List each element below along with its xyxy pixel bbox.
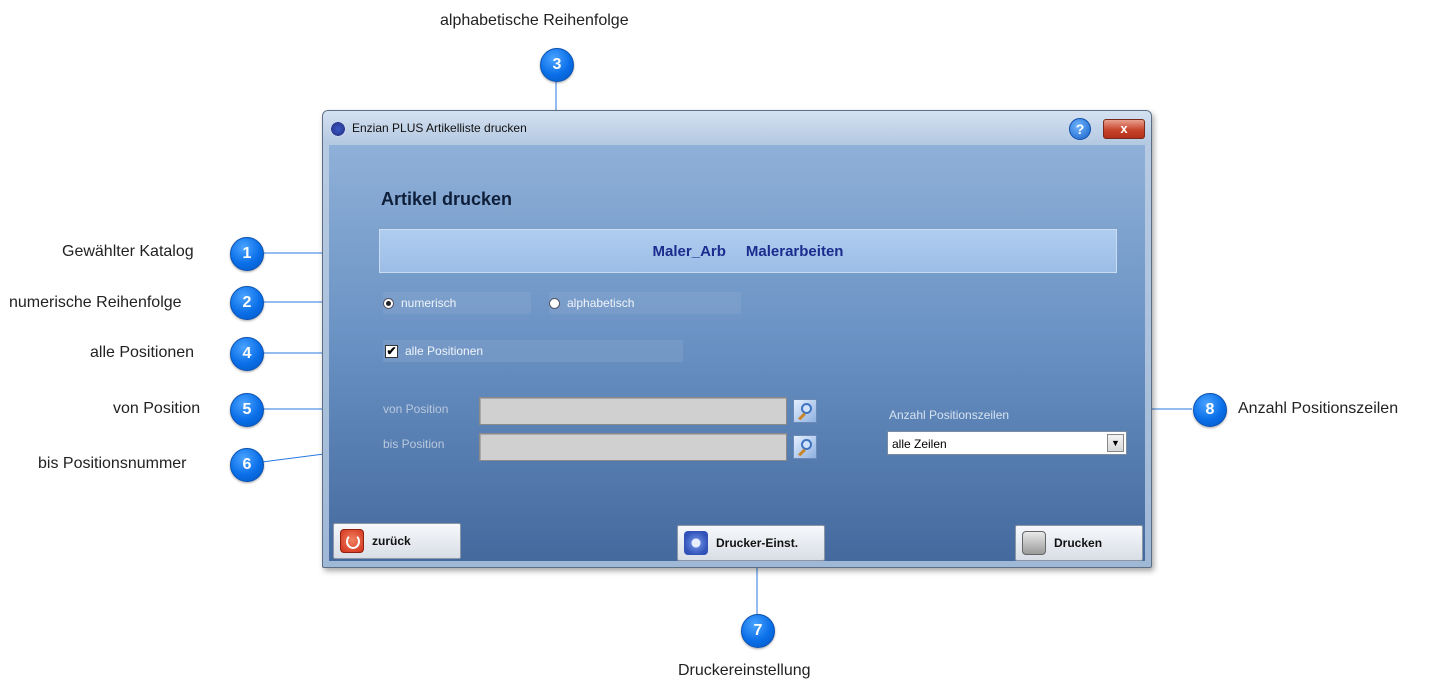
callout-badge-5: 5: [230, 393, 264, 427]
von-position-search-icon[interactable]: [793, 399, 817, 423]
callout-badge-2: 2: [230, 286, 264, 320]
callout-badge-6: 6: [230, 448, 264, 482]
back-button-label: zurück: [372, 534, 411, 548]
callout-badge-4: 4: [230, 337, 264, 371]
dropdown-arrow-icon[interactable]: ▼: [1107, 434, 1124, 452]
print-button-label: Drucken: [1054, 536, 1103, 550]
callout-badge-7: 7: [741, 614, 775, 648]
dialog-body: Artikel drucken Maler_Arb Malerarbeiten …: [329, 145, 1145, 561]
print-button[interactable]: Drucken: [1015, 525, 1143, 561]
radio-alphabetisch-label: alphabetisch: [567, 296, 635, 310]
close-button[interactable]: x: [1103, 119, 1145, 139]
catalog-code: Maler_Arb: [652, 242, 726, 260]
callout-badge-8: 8: [1193, 393, 1227, 427]
von-position-input[interactable]: [479, 397, 787, 425]
callout-label-8: Anzahl Positionszeilen: [1238, 400, 1399, 417]
radio-numerisch[interactable]: numerisch: [383, 296, 456, 310]
anzahl-positionszeilen-value: alle Zeilen: [892, 437, 947, 451]
radio-numerisch-label: numerisch: [401, 296, 457, 310]
checkbox-all-positions-box[interactable]: ✔: [385, 344, 398, 358]
checkbox-all-positions[interactable]: ✔ alle Positionen: [385, 344, 483, 358]
app-logo-icon: [330, 121, 346, 137]
callout-label-1: Gewählter Katalog: [62, 243, 194, 260]
von-position-label: von Position: [383, 402, 449, 416]
dialog-heading: Artikel drucken: [381, 189, 513, 209]
callout-label-2: numerische Reihenfolge: [9, 294, 182, 311]
callout-label-3: alphabetische Reihenfolge: [440, 12, 629, 29]
dialog-window: Enzian PLUS Artikelliste drucken ? x Art…: [322, 110, 1152, 568]
back-button[interactable]: zurück: [333, 523, 461, 559]
anzahl-positionszeilen-label: Anzahl Positionszeilen: [889, 408, 1010, 422]
callout-label-5: von Position: [113, 400, 201, 417]
radio-alphabetisch-indicator[interactable]: [549, 297, 560, 309]
callout-label-7: Druckereinstellung: [678, 662, 811, 679]
callout-label-6: bis Positionsnummer: [38, 455, 187, 472]
power-icon: [340, 529, 364, 553]
callout-badge-1: 1: [230, 237, 264, 271]
callout-label-4: alle Positionen: [90, 344, 195, 361]
printer-settings-button[interactable]: Drucker-Einst.: [677, 525, 825, 561]
printer-icon: [1022, 531, 1046, 555]
bis-position-search-icon[interactable]: [793, 435, 817, 459]
checkbox-all-positions-label: alle Positionen: [405, 344, 484, 358]
selected-catalog-panel: Maler_Arb Malerarbeiten: [379, 229, 1117, 273]
callout-badge-3: 3: [540, 48, 574, 82]
gear-icon: [684, 531, 708, 555]
radio-numerisch-indicator[interactable]: [383, 297, 394, 309]
bis-position-input[interactable]: [479, 433, 787, 461]
help-button[interactable]: ?: [1069, 118, 1091, 140]
printer-settings-button-label: Drucker-Einst.: [716, 536, 799, 550]
catalog-name: Malerarbeiten: [745, 242, 844, 260]
radio-alphabetisch[interactable]: alphabetisch: [549, 296, 634, 310]
title-bar[interactable]: Enzian PLUS Artikelliste drucken ? x: [323, 111, 1151, 145]
anzahl-positionszeilen-select[interactable]: alle Zeilen ▼: [887, 431, 1127, 455]
window-title: Enzian PLUS Artikelliste drucken: [352, 121, 527, 135]
bis-position-label: bis Position: [383, 437, 445, 451]
